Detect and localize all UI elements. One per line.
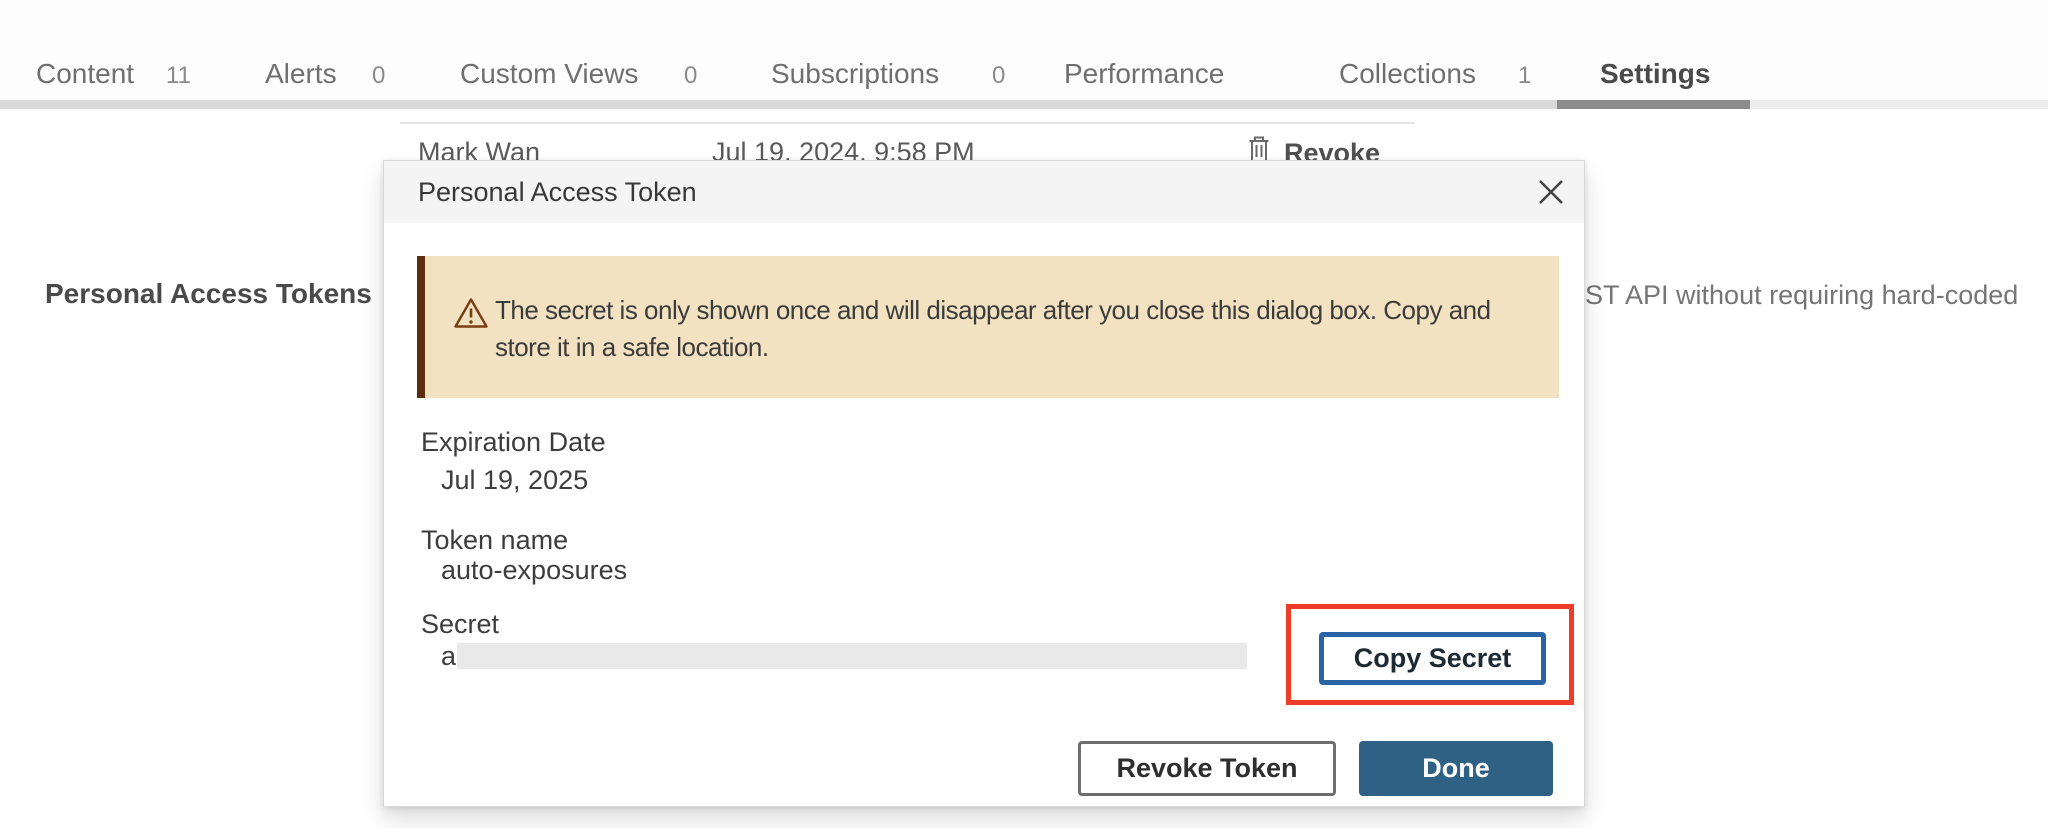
secret-masked-bar xyxy=(457,643,1247,669)
dialog-title: Personal Access Token xyxy=(418,177,697,208)
warning-triangle-icon xyxy=(453,296,489,335)
tab-performance[interactable]: Performance xyxy=(1064,58,1224,90)
tab-content-count: 11 xyxy=(166,62,191,90)
close-icon[interactable] xyxy=(1534,175,1568,209)
active-tab-underline xyxy=(1557,100,1750,109)
warning-message-line2: store it in a safe location. xyxy=(495,329,1491,366)
revoke-token-button[interactable]: Revoke Token xyxy=(1078,741,1336,796)
warning-banner: The secret is only shown once and will d… xyxy=(417,256,1559,398)
done-button[interactable]: Done xyxy=(1359,741,1553,796)
secret-label: Secret xyxy=(421,609,499,640)
warning-message-line1: The secret is only shown once and will d… xyxy=(495,292,1491,329)
dialog-header: Personal Access Token xyxy=(384,161,1584,223)
expiration-date-label: Expiration Date xyxy=(421,427,606,458)
warning-message: The secret is only shown once and will d… xyxy=(495,292,1491,366)
tab-bar: Content 11 Alerts 0 Custom Views 0 Subsc… xyxy=(0,0,2048,109)
secret-value: a xyxy=(441,641,456,672)
tab-alerts-count: 0 xyxy=(372,62,385,90)
tab-subscriptions[interactable]: Subscriptions xyxy=(771,58,939,90)
table-row-divider xyxy=(400,122,1415,124)
tab-strip-divider xyxy=(0,100,1557,109)
tab-custom-views-count: 0 xyxy=(684,62,697,90)
tab-alerts[interactable]: Alerts xyxy=(265,58,337,90)
section-description-fragment: ST API without requiring hard-coded xyxy=(1585,280,2018,311)
copy-secret-button[interactable]: Copy Secret xyxy=(1319,632,1546,685)
settings-page: Content 11 Alerts 0 Custom Views 0 Subsc… xyxy=(0,0,2048,828)
tab-strip-divider-right xyxy=(1750,100,2048,109)
tab-content[interactable]: Content xyxy=(36,58,134,90)
token-name-label: Token name xyxy=(421,525,568,556)
tab-collections[interactable]: Collections xyxy=(1339,58,1476,90)
personal-access-token-dialog: Personal Access Token The secret is only… xyxy=(383,160,1585,807)
section-title: Personal Access Tokens xyxy=(45,278,372,310)
tab-collections-count: 1 xyxy=(1518,62,1531,90)
tab-settings[interactable]: Settings xyxy=(1600,58,1710,90)
token-name-value: auto-exposures xyxy=(441,555,627,586)
tab-custom-views[interactable]: Custom Views xyxy=(460,58,638,90)
tab-subscriptions-count: 0 xyxy=(992,62,1005,90)
expiration-date-value: Jul 19, 2025 xyxy=(441,465,588,496)
